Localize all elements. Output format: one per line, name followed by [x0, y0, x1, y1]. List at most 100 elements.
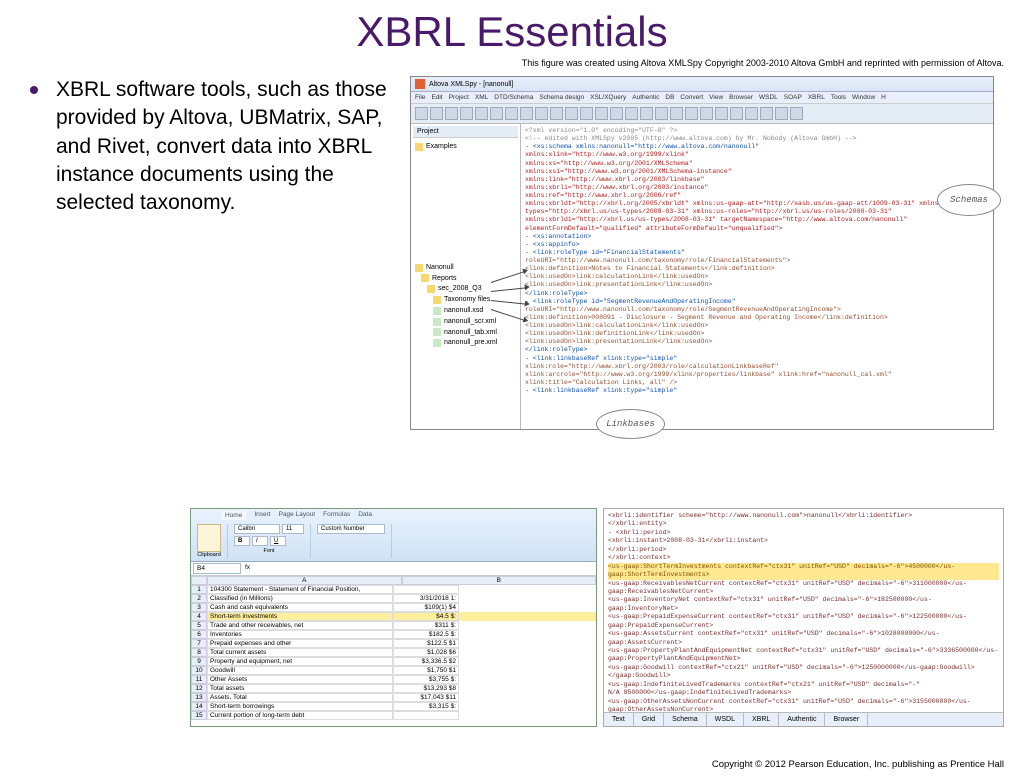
- view-tab-schema[interactable]: Schema: [664, 713, 707, 726]
- table-row[interactable]: 6Inventories$182.5 $:: [191, 630, 596, 639]
- excel-ribbon[interactable]: HomeInsertPage LayoutFormulasData Clipbo…: [191, 509, 596, 562]
- menu-dtdschema[interactable]: DTD/Schema: [494, 94, 533, 101]
- bold-button[interactable]: B: [234, 536, 250, 546]
- cell[interactable]: $182.5 $:: [393, 630, 459, 639]
- view-tab-text[interactable]: Text: [604, 713, 634, 726]
- toolbar-icon[interactable]: [640, 107, 653, 120]
- toolbar-icon[interactable]: [415, 107, 428, 120]
- view-tab-grid[interactable]: Grid: [634, 713, 664, 726]
- view-tabs[interactable]: TextGridSchemaWSDLXBRLAuthenticBrowser: [604, 712, 1003, 726]
- cell[interactable]: Total current assets: [207, 648, 393, 657]
- view-tab-xbrl[interactable]: XBRL: [744, 713, 779, 726]
- cell[interactable]: Current portion of long-term debt: [207, 711, 393, 720]
- toolbar-icon[interactable]: [550, 107, 563, 120]
- cell[interactable]: $13,293 $8: [393, 684, 459, 693]
- toolbar-icon[interactable]: [610, 107, 623, 120]
- table-row[interactable]: 9Property and equipment, net$3,336.5 $2: [191, 657, 596, 666]
- tree-item[interactable]: nanonull_pre.xml: [415, 338, 516, 348]
- table-row[interactable]: 2Classified (in Millions)3/31/2018 1:: [191, 594, 596, 603]
- row-number[interactable]: 2: [191, 594, 207, 603]
- cell[interactable]: Trade and other receivables, net: [207, 621, 393, 630]
- cell[interactable]: Short-term borrowings: [207, 702, 393, 711]
- table-row[interactable]: 4Short-term investments$4.5 $:: [191, 612, 596, 621]
- row-number[interactable]: 11: [191, 675, 207, 684]
- toolbar-icon[interactable]: [535, 107, 548, 120]
- row-number[interactable]: 8: [191, 648, 207, 657]
- menu-authentic[interactable]: Authentic: [632, 94, 659, 101]
- paste-button[interactable]: [197, 524, 221, 552]
- formula-bar[interactable]: B4 fx: [191, 562, 596, 576]
- number-format[interactable]: Custom Number: [317, 524, 385, 534]
- ribbon-tab-pagelayout[interactable]: Page Layout: [279, 511, 316, 520]
- cell[interactable]: 104300 Statement - Statement of Financia…: [207, 585, 393, 594]
- col-header-b[interactable]: B: [402, 576, 597, 585]
- cell[interactable]: Assets, Total: [207, 693, 393, 702]
- tree-root[interactable]: Examples: [426, 142, 457, 152]
- menu-convert[interactable]: Convert: [680, 94, 703, 101]
- menu-h[interactable]: H: [881, 94, 886, 101]
- cell[interactable]: $3,755 $:: [393, 675, 459, 684]
- cell[interactable]: $4.5 $:: [393, 612, 459, 621]
- table-row[interactable]: 14Short-term borrowings$3,315 $:: [191, 702, 596, 711]
- excel-grid[interactable]: A B 1104300 Statement - Statement of Fin…: [191, 576, 596, 720]
- row-number[interactable]: 5: [191, 621, 207, 630]
- view-tab-authentic[interactable]: Authentic: [779, 713, 825, 726]
- clipboard-group[interactable]: Clipboard: [197, 524, 228, 558]
- instance-doc-panel[interactable]: <xbrli:identifier scheme="http://www.nan…: [603, 508, 1004, 727]
- toolbar-icon[interactable]: [430, 107, 443, 120]
- menu-window[interactable]: Window: [852, 94, 875, 101]
- cell[interactable]: 3/31/2018 1:: [393, 594, 459, 603]
- toolbar-icon[interactable]: [685, 107, 698, 120]
- cell[interactable]: Inventories: [207, 630, 393, 639]
- xml-editor[interactable]: Schemas Linkbases <?xml version="1.0" en…: [521, 124, 993, 429]
- cell[interactable]: Prepaid expenses and other: [207, 639, 393, 648]
- row-number[interactable]: 3: [191, 603, 207, 612]
- cell[interactable]: Classified (in Millions): [207, 594, 393, 603]
- toolbar-icon[interactable]: [670, 107, 683, 120]
- table-row[interactable]: 1104300 Statement - Statement of Financi…: [191, 585, 596, 594]
- row-number[interactable]: 14: [191, 702, 207, 711]
- cell[interactable]: $1,028 $6: [393, 648, 459, 657]
- ribbon-tab-insert[interactable]: Insert: [254, 511, 270, 520]
- toolbar-icon[interactable]: [655, 107, 668, 120]
- toolbar-icon[interactable]: [730, 107, 743, 120]
- toolbar-icon[interactable]: [445, 107, 458, 120]
- cell[interactable]: $3,315 $:: [393, 702, 459, 711]
- toolbar-icon[interactable]: [460, 107, 473, 120]
- row-number[interactable]: 7: [191, 639, 207, 648]
- tree-item[interactable]: nanonull_tab.xml: [415, 328, 516, 338]
- row-number[interactable]: 13: [191, 693, 207, 702]
- menu-xml[interactable]: XML: [475, 94, 488, 101]
- cell[interactable]: Other Assets: [207, 675, 393, 684]
- cell[interactable]: [393, 585, 459, 594]
- menu-file[interactable]: File: [415, 94, 425, 101]
- toolbar-icon[interactable]: [520, 107, 533, 120]
- tree-item[interactable]: nanonull_scr.xml: [415, 317, 516, 327]
- font-selector[interactable]: Calibri: [234, 524, 280, 534]
- row-number[interactable]: 10: [191, 666, 207, 675]
- toolbar-icon[interactable]: [505, 107, 518, 120]
- cell[interactable]: $17,043 $11: [393, 693, 459, 702]
- toolbar-icon[interactable]: [490, 107, 503, 120]
- cell[interactable]: [393, 711, 459, 720]
- underline-button[interactable]: U: [270, 536, 286, 546]
- toolbar-icon[interactable]: [790, 107, 803, 120]
- row-number[interactable]: 15: [191, 711, 207, 720]
- cell[interactable]: Total assets: [207, 684, 393, 693]
- toolbar-icon[interactable]: [595, 107, 608, 120]
- cell[interactable]: Goodwill: [207, 666, 393, 675]
- table-row[interactable]: 7Prepaid expenses and other$122.5 $1: [191, 639, 596, 648]
- size-selector[interactable]: 11: [282, 524, 304, 534]
- project-tree[interactable]: Examples NanonullReportssec_2008_Q3Taxon…: [413, 138, 518, 353]
- menu-edit[interactable]: Edit: [431, 94, 442, 101]
- menubar[interactable]: FileEditProjectXMLDTD/SchemaSchema desig…: [411, 92, 993, 104]
- menu-xbrl[interactable]: XBRL: [808, 94, 825, 101]
- toolbar-icon[interactable]: [625, 107, 638, 120]
- cell-reference[interactable]: B4: [193, 563, 241, 574]
- table-row[interactable]: 13Assets, Total$17,043 $11: [191, 693, 596, 702]
- menu-schemadesign[interactable]: Schema design: [539, 94, 584, 101]
- table-row[interactable]: 11Other Assets$3,755 $:: [191, 675, 596, 684]
- menu-soap[interactable]: SOAP: [784, 94, 802, 101]
- toolbar-icon[interactable]: [700, 107, 713, 120]
- table-row[interactable]: 10Goodwill$1,750 $1: [191, 666, 596, 675]
